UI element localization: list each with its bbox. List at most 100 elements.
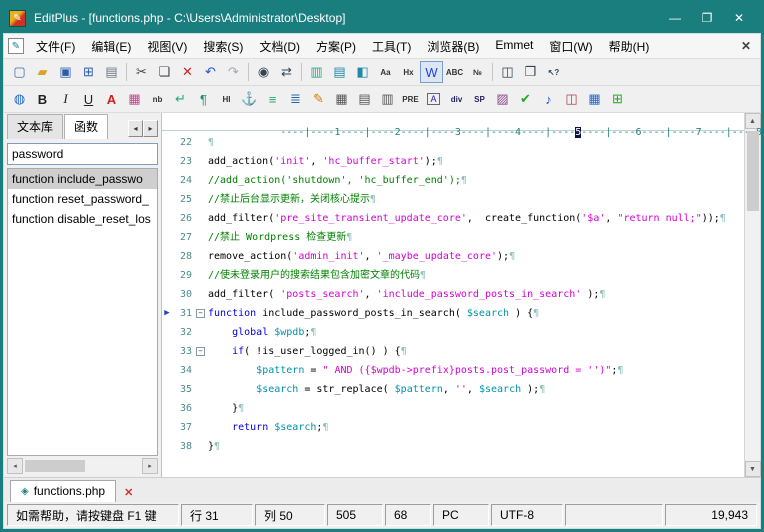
menu-item-6[interactable]: 工具(T)	[364, 35, 419, 58]
table-grid-icon[interactable]: ▦	[583, 88, 606, 110]
print-icon[interactable]: ▤	[100, 61, 123, 83]
editor-pane[interactable]: ----|----1----|----2----|----3----|----4…	[162, 113, 764, 477]
hscroll-right-icon[interactable]: ▸	[142, 458, 158, 474]
word-wrap-icon[interactable]: W	[420, 61, 443, 83]
new-window-icon[interactable]: ❒	[519, 61, 542, 83]
sidebar-toggle-icon[interactable]: ◧	[351, 61, 374, 83]
case-icon[interactable]: Aa	[374, 61, 397, 83]
div-tag-icon[interactable]: div	[445, 88, 468, 110]
menu-item-2[interactable]: 视图(V)	[139, 35, 195, 58]
browser-view-icon[interactable]: ▥	[305, 61, 328, 83]
insert-table-icon[interactable]: ⊞	[606, 88, 629, 110]
gutter-margin	[162, 247, 172, 266]
hex-view-icon[interactable]: Hx	[397, 61, 420, 83]
vscroll-down-icon[interactable]: ▼	[744, 461, 761, 477]
menu-item-0[interactable]: 文件(F)	[28, 35, 83, 58]
edit-pencil-icon[interactable]: ✎	[307, 88, 330, 110]
menu-item-10[interactable]: 帮助(H)	[601, 35, 658, 58]
menu-item-3[interactable]: 搜索(S)	[195, 35, 251, 58]
editor-vscrollbar[interactable]: ▲ ▼	[744, 113, 761, 477]
code-line: 37 return $search;¶	[162, 418, 744, 437]
function-list-item[interactable]: function include_passwo	[8, 169, 157, 189]
image-tag-icon[interactable]: ▨	[491, 88, 514, 110]
function-list-item[interactable]: function reset_password_	[8, 189, 157, 209]
tab-functions[interactable]: 函数	[64, 114, 109, 139]
menu-item-5[interactable]: 方案(P)	[308, 35, 364, 58]
hscroll-thumb[interactable]	[25, 460, 85, 472]
fold-toggle-icon[interactable]: −	[194, 342, 208, 361]
vscroll-track[interactable]	[745, 129, 761, 461]
sidebar-hscrollbar[interactable]: ◂ ▸	[7, 458, 158, 474]
menu-item-1[interactable]: 编辑(E)	[83, 35, 139, 58]
table-col-icon[interactable]: ▥	[376, 88, 399, 110]
code-line: 36 }¶	[162, 399, 744, 418]
video-icon[interactable]: ◫	[560, 88, 583, 110]
vscroll-thumb[interactable]	[746, 131, 759, 211]
code-line: 34 $pattern = " AND ({$wpdb->prefix}post…	[162, 361, 744, 380]
document-menu-icon[interactable]: ✎	[8, 38, 24, 54]
hscroll-left-icon[interactable]: ◂	[7, 458, 23, 474]
bullet-list-icon[interactable]: ≡	[261, 88, 284, 110]
heading-icon[interactable]: HI	[215, 88, 238, 110]
close-button[interactable]: ✕	[723, 7, 755, 29]
menu-item-9[interactable]: 窗口(W)	[541, 35, 600, 58]
nbsp-icon[interactable]: nb	[146, 88, 169, 110]
tab-scroll-right-icon[interactable]: ▸	[143, 120, 158, 137]
hscroll-track[interactable]	[23, 458, 142, 474]
paragraph-icon[interactable]: ¶	[192, 88, 215, 110]
menu-item-7[interactable]: 浏览器(B)	[419, 35, 487, 58]
menu-item-4[interactable]: 文档(D)	[251, 35, 308, 58]
tab-functions-php[interactable]: ◈ functions.php	[10, 480, 117, 502]
maximize-button[interactable]: ❐	[691, 7, 723, 29]
audio-icon[interactable]: ♪	[537, 88, 560, 110]
output-window-icon[interactable]: ▤	[328, 61, 351, 83]
italic-icon[interactable]: I	[54, 88, 77, 110]
function-list-item[interactable]: function disable_reset_los	[8, 209, 157, 229]
anchor-icon[interactable]: ⚓	[238, 88, 261, 110]
paragraph-mark: ¶	[539, 384, 546, 395]
new-file-icon[interactable]: ▢	[8, 61, 31, 83]
context-help-icon[interactable]: ↖?	[542, 61, 565, 83]
code-line: 35 $search = str_replace( $pattern, '', …	[162, 380, 744, 399]
copy-icon[interactable]: ❏	[153, 61, 176, 83]
replace-icon[interactable]: ⇄	[275, 61, 298, 83]
font-color-icon[interactable]: A	[100, 88, 123, 110]
check-syntax-icon[interactable]: ✔	[514, 88, 537, 110]
pre-tag-icon[interactable]: PRE	[399, 88, 422, 110]
color-palette-icon[interactable]: ▦	[123, 88, 146, 110]
table-icon[interactable]: ▦	[330, 88, 353, 110]
table-row-icon[interactable]: ▤	[353, 88, 376, 110]
span-tag-icon[interactable]: SP	[468, 88, 491, 110]
line-number-icon[interactable]: №	[466, 61, 489, 83]
split-window-icon[interactable]: ◫	[496, 61, 519, 83]
open-file-icon[interactable]: ▰	[31, 61, 54, 83]
function-filter-input[interactable]	[7, 143, 158, 165]
fold-toggle-icon[interactable]: −	[194, 304, 208, 323]
menu-item-8[interactable]: Emmet	[487, 35, 541, 58]
function-list[interactable]: function include_passwo function reset_pa…	[7, 168, 158, 456]
numbered-list-icon[interactable]: ≣	[284, 88, 307, 110]
save-icon[interactable]: ▣	[54, 61, 77, 83]
minimize-button[interactable]: —	[659, 7, 691, 29]
save-all-icon[interactable]: ⊞	[77, 61, 100, 83]
gutter-margin	[162, 266, 172, 285]
underline-icon[interactable]: U	[77, 88, 100, 110]
close-document-button[interactable]: ✕	[736, 39, 756, 53]
cut-icon[interactable]: ✂	[130, 61, 153, 83]
undo-icon[interactable]: ↶	[199, 61, 222, 83]
redo-icon[interactable]: ↷	[222, 61, 245, 83]
bold-icon[interactable]: B	[31, 88, 54, 110]
paragraph-mark: ¶	[436, 156, 443, 167]
browser-preview-icon[interactable]: ◍	[8, 88, 31, 110]
font-tag-icon[interactable]: A	[422, 88, 445, 110]
tab-close-icon[interactable]: ✕	[124, 486, 133, 499]
line-break-icon[interactable]: ↵	[169, 88, 192, 110]
tab-scroll-left-icon[interactable]: ◂	[128, 120, 143, 137]
spell-check-icon[interactable]: ABC	[443, 61, 466, 83]
find-icon[interactable]: ◉	[252, 61, 275, 83]
title-bar[interactable]: ✎ EditPlus - [functions.php - C:\Users\A…	[3, 3, 761, 33]
tab-cliptext[interactable]: 文本库	[7, 114, 64, 139]
code-area[interactable]: 22 ¶ 23 add_action('init', 'hc_buffer_start…	[162, 131, 744, 477]
delete-icon[interactable]: ✕	[176, 61, 199, 83]
line-number: 26	[179, 213, 192, 224]
